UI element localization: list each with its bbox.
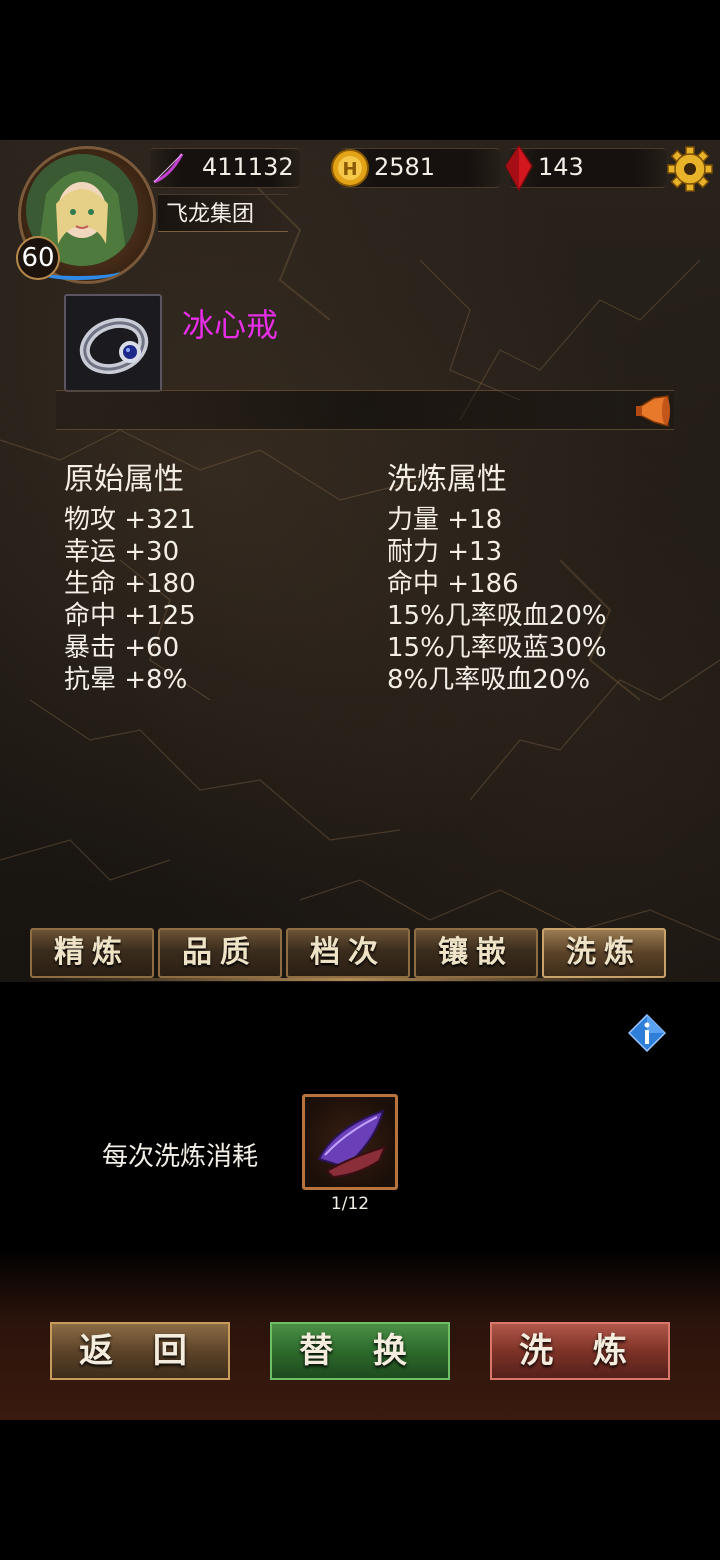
tab-grade[interactable]: 档次 — [286, 928, 410, 978]
gear-icon[interactable] — [666, 145, 714, 193]
power-value: 411132 — [202, 153, 294, 181]
svg-text:H: H — [342, 159, 357, 180]
gem-value: 143 — [538, 153, 584, 181]
original-attr-line: 物攻 +321 — [64, 505, 196, 535]
bow-icon — [153, 153, 184, 184]
announcement-strip — [56, 390, 674, 430]
reroll-button[interactable]: 洗 炼 — [490, 1322, 670, 1380]
top-blank — [0, 0, 720, 140]
original-attr-line: 抗晕 +8% — [64, 665, 188, 695]
purple-feather-icon — [317, 1109, 387, 1179]
tab-inlay[interactable]: 镶嵌 — [414, 928, 538, 978]
tab-reroll[interactable]: 洗炼 — [542, 928, 666, 978]
refined-attr-line: 8%几率吸血20% — [387, 665, 591, 695]
item-slot[interactable] — [64, 294, 162, 392]
item-name: 冰心戒 — [182, 306, 279, 344]
refined-attr-line: 命中 +186 — [387, 569, 519, 599]
refined-attributes: 洗炼属性 力量 +18 耐力 +13 命中 +186 15%几率吸血20% 15… — [387, 454, 607, 696]
level-badge: 60 — [16, 236, 60, 280]
refined-attr-line: 耐力 +13 — [387, 537, 503, 567]
gold-value: 2581 — [374, 153, 436, 181]
horn-icon[interactable] — [634, 394, 672, 428]
original-attributes: 原始属性 物攻 +321 幸运 +30 生命 +180 命中 +125 暴击 +… — [64, 454, 196, 696]
refined-attributes-title: 洗炼属性 — [387, 462, 507, 497]
original-attr-line: 生命 +180 — [64, 569, 196, 599]
refined-attr-line: 15%几率吸蓝30% — [387, 633, 607, 663]
cost-label: 每次洗炼消耗 — [102, 1142, 259, 1172]
back-button[interactable]: 返 回 — [50, 1322, 230, 1380]
refined-attr-line: 15%几率吸血20% — [387, 601, 607, 631]
tab-refine-level[interactable]: 精炼 — [30, 928, 154, 978]
info-icon[interactable] — [628, 1014, 666, 1052]
tabs-divider — [28, 978, 668, 981]
original-attr-line: 暴击 +60 — [64, 633, 180, 663]
material-slot[interactable] — [302, 1094, 398, 1190]
guild-name: 飞龙集团 — [166, 202, 255, 227]
original-attributes-title: 原始属性 — [64, 462, 184, 497]
original-attr-line: 幸运 +30 — [64, 537, 180, 567]
original-attr-line: 命中 +125 — [64, 601, 196, 631]
replace-button[interactable]: 替 换 — [270, 1322, 450, 1380]
refined-attr-line: 力量 +18 — [387, 505, 503, 535]
coin-icon[interactable]: H — [330, 148, 370, 188]
red-crystal-icon[interactable] — [504, 144, 534, 192]
tab-quality[interactable]: 品质 — [158, 928, 282, 978]
material-count: 1/12 — [330, 1194, 370, 1214]
ring-icon — [79, 317, 149, 375]
